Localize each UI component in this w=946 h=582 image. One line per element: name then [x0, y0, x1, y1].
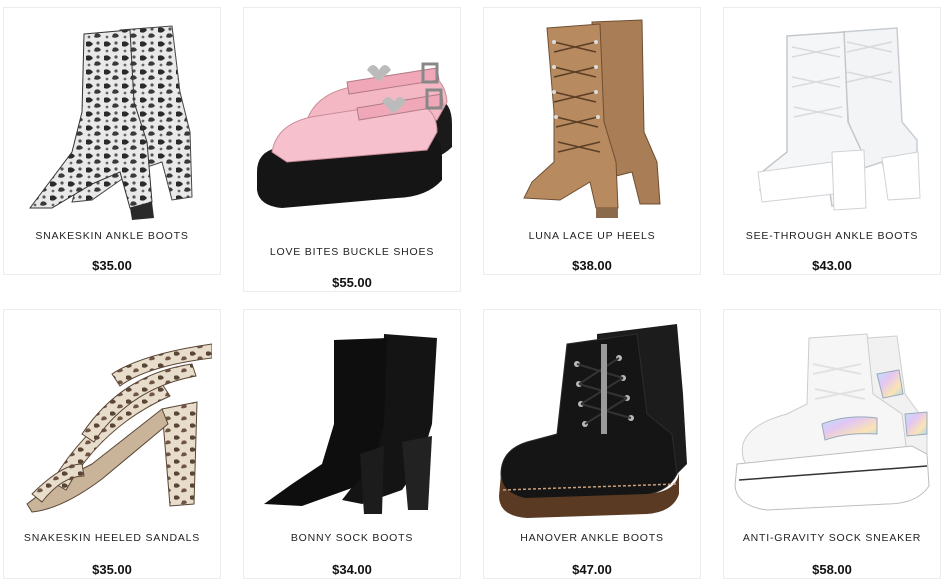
product-name[interactable]: SNAKESKIN HEELED SANDALS	[4, 532, 220, 544]
product-card[interactable]: LOVE BITES BUCKLE SHOES $55.00	[243, 7, 461, 292]
product-price: $58.00	[812, 562, 852, 577]
product-card[interactable]: LUNA LACE UP HEELS $38.00	[483, 7, 701, 275]
product-price: $43.00	[812, 258, 852, 273]
product-image[interactable]	[4, 8, 220, 226]
product-name[interactable]: BONNY SOCK BOOTS	[244, 532, 460, 544]
product-price: $47.00	[572, 562, 612, 577]
product-card[interactable]: ANTI-GRAVITY SOCK SNEAKER $58.00	[723, 309, 941, 579]
product-price: $35.00	[92, 562, 132, 577]
product-image[interactable]	[244, 310, 460, 528]
product-name[interactable]: ANTI-GRAVITY SOCK SNEAKER	[724, 532, 940, 544]
product-image[interactable]	[484, 310, 700, 528]
product-price: $55.00	[332, 275, 372, 290]
product-image[interactable]	[724, 310, 940, 528]
product-name[interactable]: SEE-THROUGH ANKLE BOOTS	[724, 230, 940, 242]
product-image[interactable]	[724, 8, 940, 226]
product-price: $38.00	[572, 258, 612, 273]
product-grid: SNAKESKIN ANKLE BOOTS $35.00 LOVE BITES …	[0, 0, 946, 582]
product-image[interactable]	[244, 8, 460, 226]
product-card[interactable]: HANOVER ANKLE BOOTS $47.00	[483, 309, 701, 579]
product-card[interactable]: SNAKESKIN ANKLE BOOTS $35.00	[3, 7, 221, 275]
product-card[interactable]: SNAKESKIN HEELED SANDALS $35.00	[3, 309, 221, 579]
product-name[interactable]: LUNA LACE UP HEELS	[484, 230, 700, 242]
product-name[interactable]: SNAKESKIN ANKLE BOOTS	[4, 230, 220, 242]
product-name[interactable]: HANOVER ANKLE BOOTS	[484, 532, 700, 544]
product-price: $35.00	[92, 258, 132, 273]
product-card[interactable]: SEE-THROUGH ANKLE BOOTS $43.00	[723, 7, 941, 275]
product-name[interactable]: LOVE BITES BUCKLE SHOES	[244, 246, 460, 258]
product-card[interactable]: BONNY SOCK BOOTS $34.00	[243, 309, 461, 579]
product-image[interactable]	[484, 8, 700, 226]
product-image[interactable]	[4, 310, 220, 528]
product-price: $34.00	[332, 562, 372, 577]
